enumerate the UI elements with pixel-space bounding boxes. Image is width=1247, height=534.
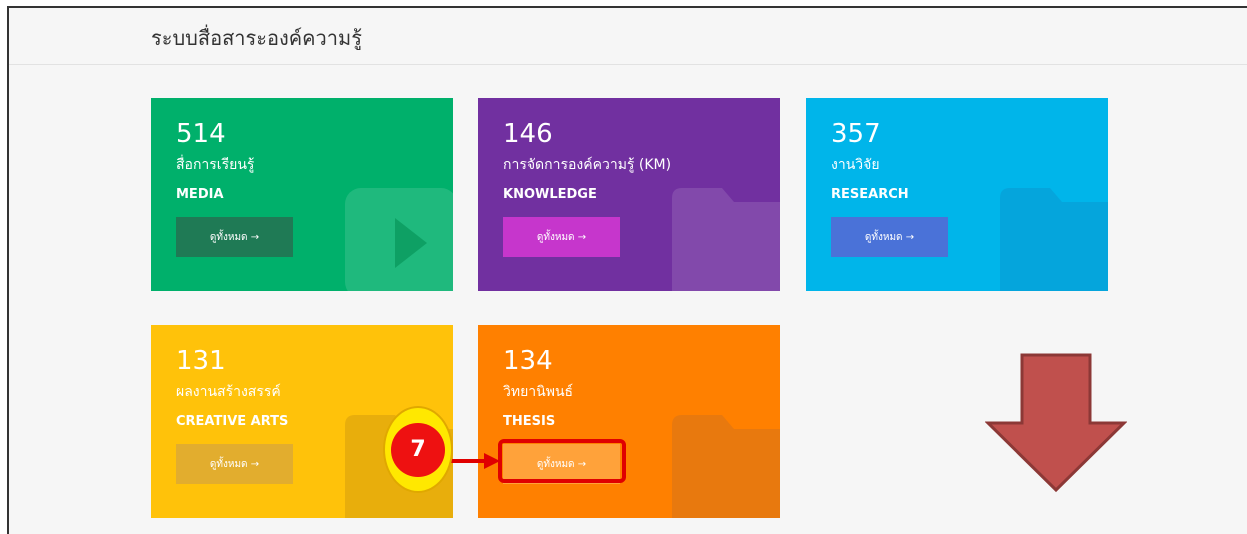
folder-icon: [1000, 188, 1108, 291]
folder-icon: [672, 415, 780, 518]
card-title-th: งานวิจัย: [831, 157, 880, 173]
highlight-box: [498, 439, 626, 483]
card-count: 134: [503, 346, 553, 376]
step-number: 7: [391, 422, 445, 477]
card-title-th: วิทยานิพนธ์: [503, 384, 574, 400]
view-all-button-media[interactable]: ดูทั้งหมด →: [176, 217, 293, 257]
card-count: 131: [176, 346, 226, 376]
card-title-en: KNOWLEDGE: [503, 187, 597, 202]
step-badge: 7: [383, 406, 453, 493]
card-title-en: MEDIA: [176, 187, 224, 202]
page-header: ระบบสื่อสาระองค์ความรู้: [9, 8, 1247, 65]
view-all-button-creative-arts[interactable]: ดูทั้งหมด →: [176, 444, 293, 484]
card-title-en: RESEARCH: [831, 187, 909, 202]
page-title: ระบบสื่อสาระองค์ความรู้: [151, 26, 362, 50]
view-all-button-knowledge[interactable]: ดูทั้งหมด →: [503, 217, 620, 257]
down-arrow-icon: [985, 353, 1127, 493]
card-media: 514 สื่อการเรียนรู้ MEDIA ดูทั้งหมด →: [151, 98, 453, 291]
card-research: 357 งานวิจัย RESEARCH ดูทั้งหมด →: [806, 98, 1108, 291]
card-title-th: สื่อการเรียนรู้: [176, 157, 255, 173]
card-title-en: CREATIVE ARTS: [176, 414, 289, 429]
card-count: 146: [503, 119, 553, 149]
folder-icon: [672, 188, 780, 291]
pointer-arrow-icon: [448, 453, 500, 469]
card-title-en: THESIS: [503, 414, 556, 429]
card-thesis: 134 วิทยานิพนธ์ THESIS ดูทั้งหมด →: [478, 325, 780, 518]
card-title-th: การจัดการองค์ความรู้ (KM): [503, 157, 672, 173]
card-knowledge: 146 การจัดการองค์ความรู้ (KM) KNOWLEDGE …: [478, 98, 780, 291]
card-title-th: ผลงานสร้างสรรค์: [176, 384, 281, 400]
card-count: 514: [176, 119, 226, 149]
view-all-button-research[interactable]: ดูทั้งหมด →: [831, 217, 948, 257]
play-icon: [345, 188, 453, 291]
card-count: 357: [831, 119, 881, 149]
